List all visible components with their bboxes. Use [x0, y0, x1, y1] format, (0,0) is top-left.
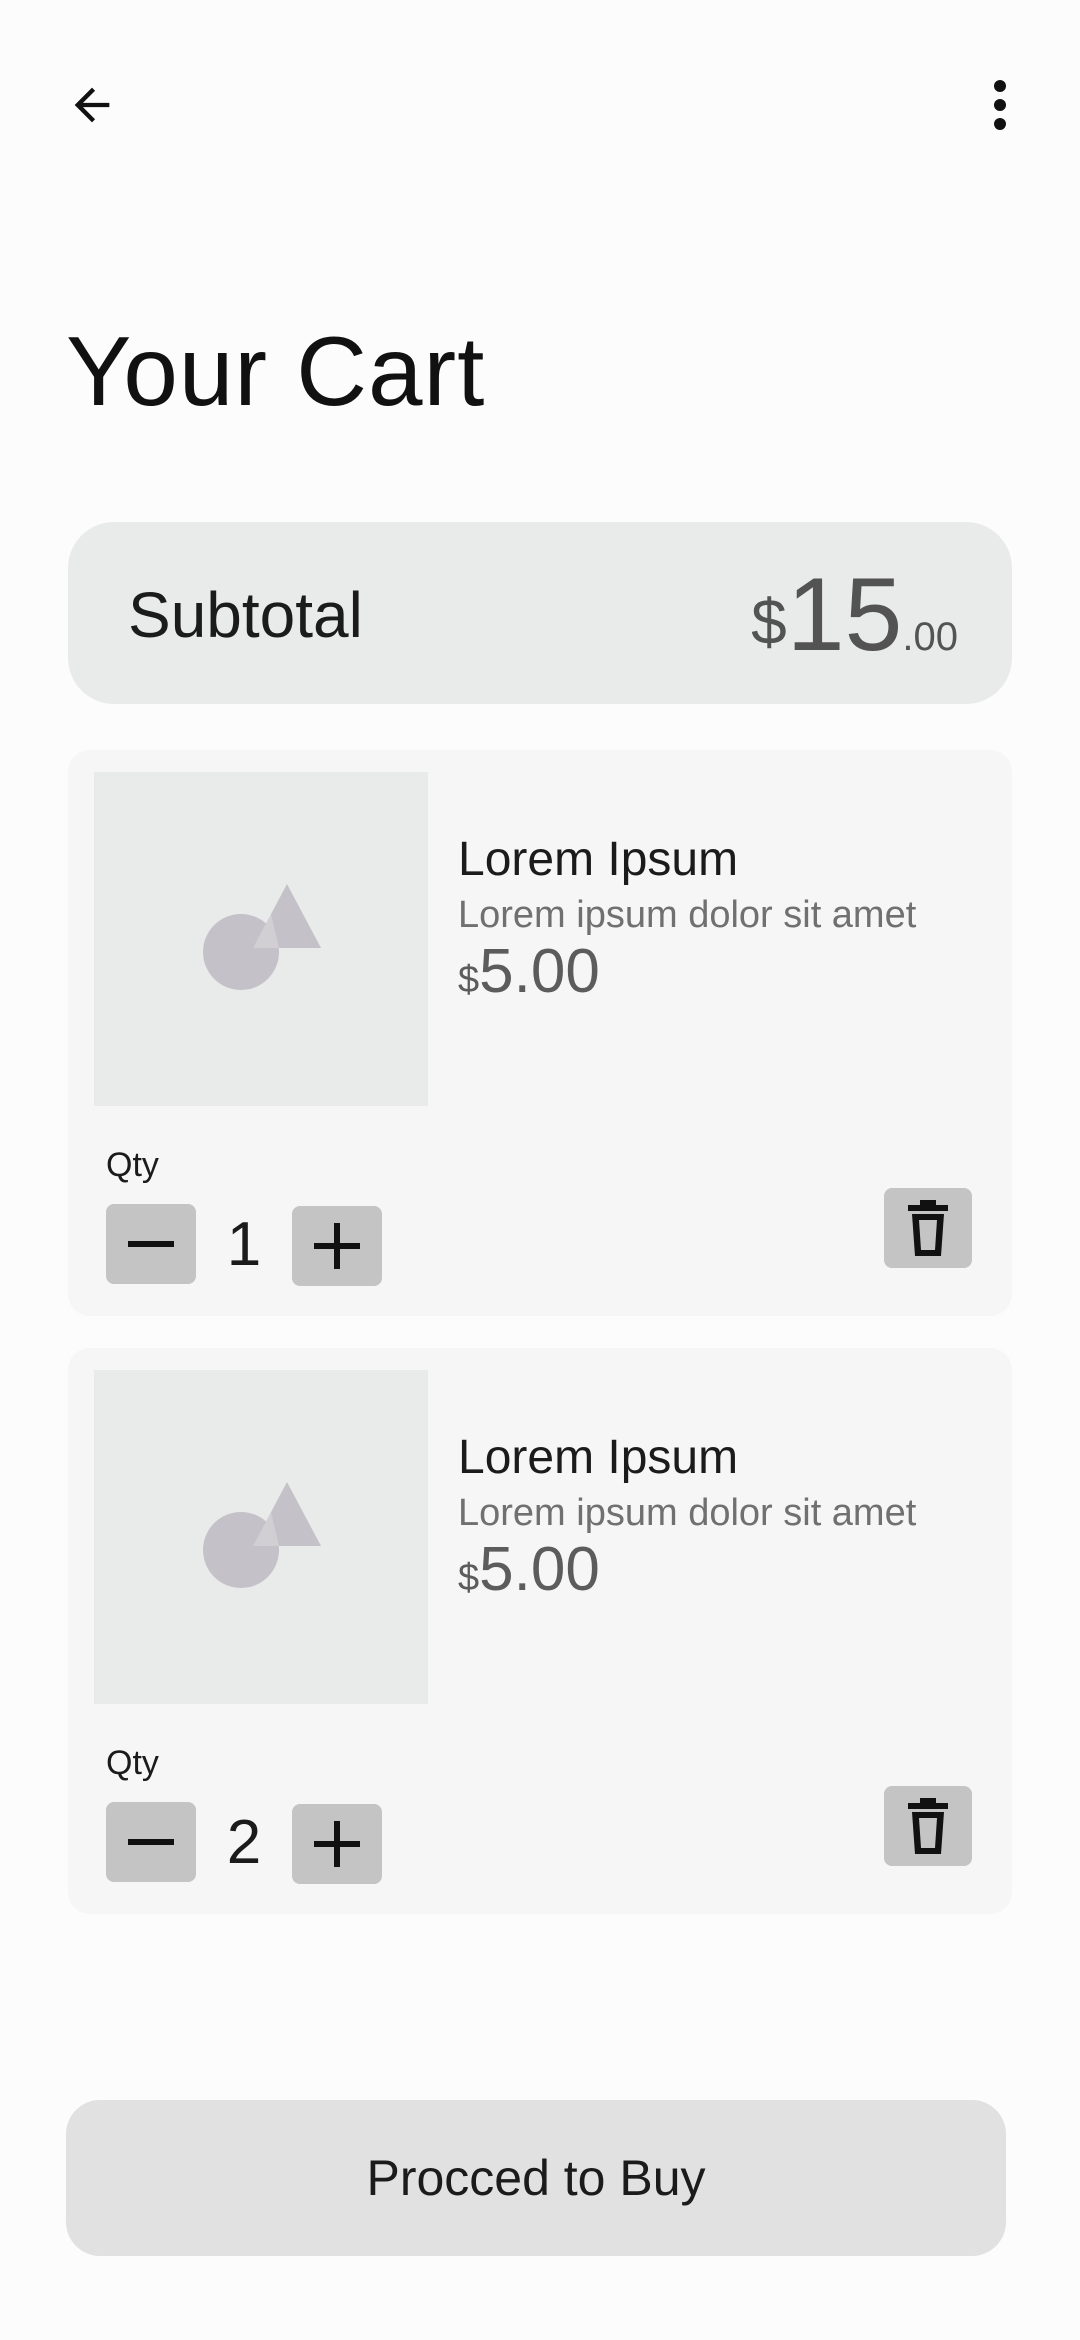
increase-qty-button[interactable] — [292, 1804, 382, 1884]
product-image — [94, 772, 428, 1106]
page-title: Your Cart — [66, 316, 486, 426]
minus-icon — [128, 1839, 174, 1845]
decrease-qty-button[interactable] — [106, 1802, 196, 1882]
product-price: $5.00 — [458, 1534, 600, 1605]
back-button[interactable] — [52, 70, 132, 140]
delete-item-button[interactable] — [884, 1786, 972, 1866]
trash-icon — [908, 1200, 948, 1256]
more-options-button[interactable] — [960, 70, 1040, 140]
plus-icon — [314, 1821, 360, 1867]
price-currency: $ — [458, 1557, 480, 1599]
top-app-bar — [0, 0, 1080, 210]
product-image — [94, 1370, 428, 1704]
cart-item-card: Lorem Ipsum Lorem ipsum dolor sit amet $… — [68, 1348, 1012, 1914]
product-description: Lorem ipsum dolor sit amet — [458, 1492, 917, 1534]
cart-item-card: Lorem Ipsum Lorem ipsum dolor sit amet $… — [68, 750, 1012, 1316]
image-placeholder-icon — [203, 884, 321, 990]
product-name: Lorem Ipsum — [458, 1431, 739, 1484]
plus-icon — [314, 1223, 360, 1269]
product-name: Lorem Ipsum — [458, 833, 739, 886]
subtotal-cents: .00 — [902, 615, 958, 659]
qty-value: 2 — [226, 1807, 262, 1877]
subtotal-currency: $ — [751, 586, 787, 658]
proceed-to-buy-button[interactable]: Procced to Buy — [66, 2100, 1006, 2256]
price-currency: $ — [458, 959, 480, 1001]
decrease-qty-button[interactable] — [106, 1204, 196, 1284]
subtotal-whole: 15 — [786, 557, 903, 673]
product-description: Lorem ipsum dolor sit amet — [458, 894, 917, 936]
price-value: 5.00 — [479, 937, 600, 1006]
product-price: $5.00 — [458, 936, 600, 1007]
subtotal-label: Subtotal — [128, 579, 363, 651]
subtotal-amount: $15.00 — [751, 556, 958, 675]
qty-label: Qty — [106, 1744, 159, 1782]
image-placeholder-icon — [203, 1482, 321, 1588]
arrow-left-icon — [74, 87, 110, 123]
subtotal-panel: Subtotal $15.00 — [68, 522, 1012, 704]
price-value: 5.00 — [479, 1535, 600, 1604]
delete-item-button[interactable] — [884, 1188, 972, 1268]
qty-label: Qty — [106, 1146, 159, 1184]
trash-icon — [908, 1798, 948, 1854]
more-vert-icon — [994, 80, 1006, 130]
increase-qty-button[interactable] — [292, 1206, 382, 1286]
minus-icon — [128, 1241, 174, 1247]
qty-value: 1 — [226, 1209, 262, 1279]
